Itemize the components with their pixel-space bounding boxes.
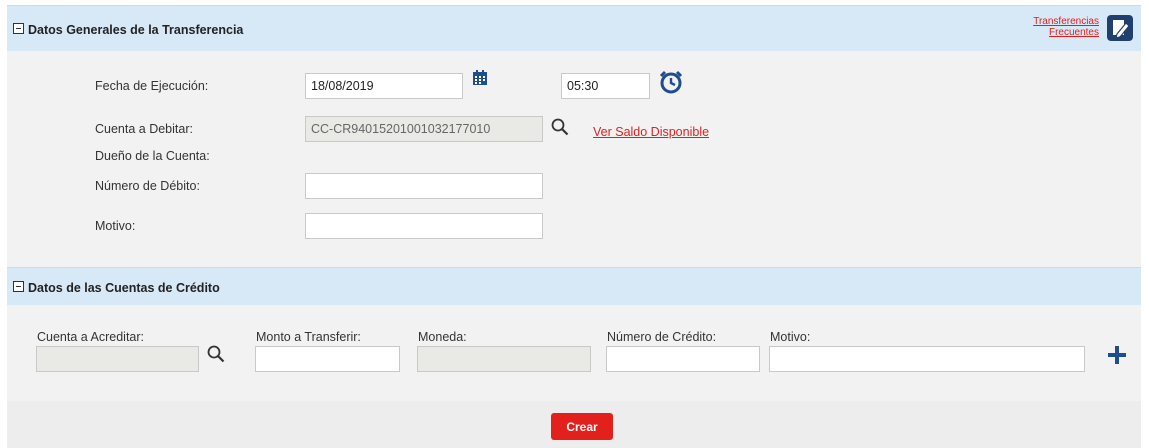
- numero-credito-input[interactable]: [606, 346, 760, 372]
- moneda-input: [417, 346, 591, 372]
- collapse-icon[interactable]: [13, 281, 24, 292]
- motivo-debito-input[interactable]: [305, 213, 543, 239]
- dueno-label: Dueño de la Cuenta:: [95, 149, 210, 163]
- hora-input[interactable]: 05:30: [561, 73, 650, 99]
- cuenta-debitar-input: CC-CR94015201001032177010: [305, 116, 543, 142]
- numero-debito-label: Número de Débito:: [95, 179, 200, 193]
- frequent-transfers-link-line2: Frecuentes: [1048, 27, 1099, 38]
- numero-debito-input[interactable]: [305, 173, 543, 199]
- alarm-clock-icon[interactable]: [658, 69, 684, 95]
- numero-credito-label: Número de Crédito:: [607, 330, 717, 344]
- cuenta-acreditar-label: Cuenta a Acreditar:: [37, 330, 145, 344]
- create-button[interactable]: Crear: [551, 413, 613, 440]
- fecha-label: Fecha de Ejecución:: [95, 79, 209, 93]
- motivo-credito-input[interactable]: [769, 346, 1085, 372]
- motivo-credito-label: Motivo:: [770, 330, 811, 344]
- search-icon[interactable]: [551, 118, 569, 136]
- credit-section-title: Datos de las Cuentas de Crédito: [28, 281, 220, 295]
- moneda-label: Moneda:: [418, 330, 467, 344]
- frequent-transfers-link-line1: Transferencias: [1033, 16, 1099, 27]
- edit-document-icon[interactable]: [1107, 15, 1133, 41]
- calendar-icon[interactable]: [472, 70, 488, 86]
- monto-label: Monto a Transferir:: [256, 330, 361, 344]
- motivo-debito-label: Motivo:: [95, 219, 136, 233]
- credit-section-header: Datos de las Cuentas de Crédito: [7, 267, 1141, 305]
- monto-input[interactable]: [255, 346, 400, 372]
- add-icon[interactable]: [1107, 345, 1127, 365]
- general-section-title: Datos Generales de la Transferencia: [28, 23, 244, 37]
- ver-saldo-link[interactable]: Ver Saldo Disponible: [593, 125, 709, 139]
- collapse-icon[interactable]: [13, 23, 24, 34]
- search-icon[interactable]: [207, 345, 225, 363]
- cuenta-debitar-label: Cuenta a Debitar:: [95, 122, 193, 136]
- fecha-input[interactable]: 18/08/2019: [305, 73, 463, 99]
- general-section-header: Datos Generales de la Transferencia Tran…: [7, 5, 1141, 51]
- cuenta-acreditar-input: [36, 346, 199, 372]
- frequent-transfers-link[interactable]: Transferencias Frecuentes: [1019, 16, 1099, 38]
